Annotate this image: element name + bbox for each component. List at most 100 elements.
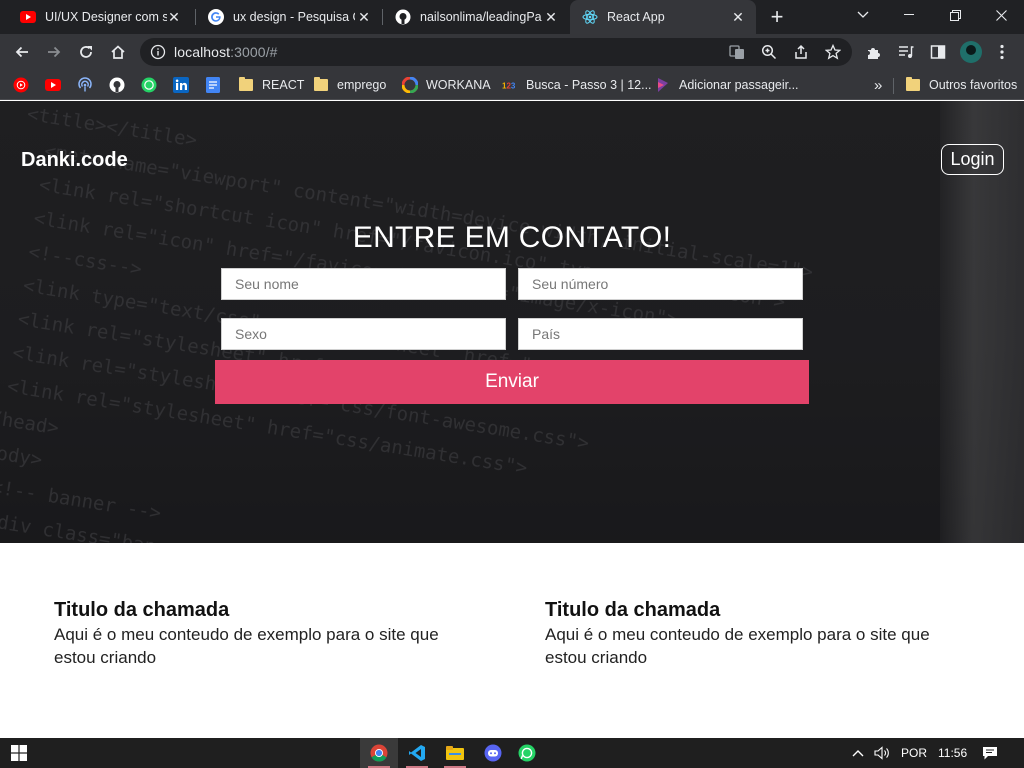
bookmark-youtube[interactable] <box>45 76 69 94</box>
profile-avatar-icon[interactable] <box>960 41 982 63</box>
brand-logo[interactable]: Danki.code <box>21 149 128 172</box>
123milhas-icon: 123 <box>502 77 518 93</box>
translate-icon[interactable] <box>728 43 746 61</box>
feature-title: Titulo da chamada <box>545 599 721 621</box>
minimize-icon[interactable] <box>886 0 932 30</box>
google-icon <box>208 9 224 25</box>
bookmark-linkedin[interactable] <box>173 76 197 94</box>
input-language[interactable]: POR <box>901 738 927 768</box>
discord-icon[interactable] <box>474 738 512 768</box>
tab-title: React App <box>607 10 665 24</box>
bookmark-other-favorites[interactable]: Outros favoritos <box>905 76 1017 94</box>
file-explorer-icon[interactable] <box>436 738 474 768</box>
chrome-icon[interactable] <box>360 738 398 768</box>
address-bar[interactable]: localhost:3000/# <box>140 38 852 66</box>
tray-chevron-up-icon[interactable] <box>852 738 864 768</box>
whatsapp-icon <box>141 77 157 93</box>
login-button[interactable]: Login <box>941 144 1004 175</box>
bookmark-whatsapp[interactable] <box>141 76 165 94</box>
name-input[interactable] <box>221 268 506 300</box>
forward-arrow-icon[interactable] <box>40 38 68 66</box>
media-queue-icon[interactable] <box>896 42 916 62</box>
bookmark-label: WORKANA <box>426 78 491 92</box>
site-info-icon[interactable] <box>150 44 166 60</box>
bookmark-google-docs[interactable] <box>205 76 229 94</box>
hero-section: <title></title> <meta name="viewport" co… <box>0 101 1024 543</box>
bookmarks-divider <box>893 78 894 94</box>
vscode-icon[interactable] <box>398 738 436 768</box>
new-tab-button[interactable]: + <box>764 4 790 30</box>
react-icon <box>582 9 598 25</box>
bookmark-label: Busca - Passo 3 | 12... <box>526 78 652 92</box>
notifications-icon[interactable] <box>982 738 998 768</box>
tab-react-app[interactable]: React App ✕ <box>570 0 756 34</box>
share-icon[interactable] <box>792 43 810 61</box>
folder-icon <box>238 77 254 93</box>
url-host: localhost <box>174 44 231 60</box>
folder-icon <box>313 77 329 93</box>
tab-github[interactable]: nailsonlima/leadingPage ✕ <box>383 0 569 34</box>
browser-toolbar: localhost:3000/# <box>0 34 1024 70</box>
restore-icon[interactable] <box>932 0 978 30</box>
podcast-icon <box>77 77 93 93</box>
url-text: localhost:3000/# <box>174 44 278 60</box>
windows-start-icon[interactable] <box>0 738 38 768</box>
workana-icon <box>402 77 418 93</box>
clock-time[interactable]: 11:56 <box>938 738 967 768</box>
google-docs-icon <box>205 77 221 93</box>
contact-title: ENTRE EM CONTATO! <box>352 221 672 254</box>
more-menu-icon[interactable] <box>992 42 1012 62</box>
bookmarks-overflow-chevron-icon[interactable]: » <box>874 76 882 94</box>
bookmark-folder-react[interactable]: REACT <box>238 76 304 94</box>
feature-text: Aqui é o meu conteudo de exemplo para o … <box>54 625 439 667</box>
bookmark-airline[interactable]: Adicionar passageir... <box>655 76 799 94</box>
tab-close-icon[interactable]: ✕ <box>730 9 746 25</box>
url-path: :3000/# <box>230 44 278 60</box>
gender-input[interactable] <box>221 318 506 350</box>
tab-close-icon[interactable]: ✕ <box>356 9 372 25</box>
bookmark-123milhas[interactable]: 123 Busca - Passo 3 | 12... <box>502 76 652 94</box>
phone-input[interactable] <box>518 268 803 300</box>
whatsapp-icon[interactable] <box>508 738 546 768</box>
tab-search-chevron-icon[interactable] <box>840 0 886 30</box>
tab-close-icon[interactable]: ✕ <box>166 9 182 25</box>
side-panel-icon[interactable] <box>928 42 948 62</box>
bookmark-podcast[interactable] <box>77 76 101 94</box>
bookmarks-bar: REACT emprego WORKANA 123 Busca - Passo … <box>0 70 1024 100</box>
bookmark-label: Adicionar passageir... <box>679 78 799 92</box>
close-window-icon[interactable] <box>978 0 1024 30</box>
tab-title: UI/UX Designer com salário <box>45 10 167 24</box>
svg-text:123: 123 <box>502 82 516 91</box>
bookmark-youtube-music[interactable] <box>13 76 37 94</box>
hero-overlay <box>0 101 1024 543</box>
country-input[interactable] <box>518 318 803 350</box>
youtube-music-icon <box>13 77 29 93</box>
home-icon[interactable] <box>104 38 132 66</box>
github-icon <box>109 77 125 93</box>
back-arrow-icon[interactable] <box>8 38 36 66</box>
bookmark-label: emprego <box>337 78 387 92</box>
bookmark-label: REACT <box>262 78 305 92</box>
feature-title: Titulo da chamada <box>54 599 230 621</box>
zoom-icon[interactable] <box>760 43 778 61</box>
bookmark-workana[interactable]: WORKANA <box>402 76 491 94</box>
youtube-icon <box>20 9 36 25</box>
youtube-icon <box>45 77 61 93</box>
linkedin-icon <box>173 77 189 93</box>
bookmark-star-icon[interactable] <box>824 43 842 61</box>
reload-icon[interactable] <box>72 38 100 66</box>
extensions-puzzle-icon[interactable] <box>864 42 884 62</box>
tab-google-search[interactable]: ux design - Pesquisa Google ✕ <box>196 0 382 34</box>
bookmark-label: Outros favoritos <box>929 78 1018 92</box>
feature-block: Titulo da chamada Aqui é o meu conteudo … <box>54 598 474 669</box>
bookmark-github[interactable] <box>109 76 133 94</box>
tab-close-icon[interactable]: ✕ <box>543 9 559 25</box>
tab-youtube[interactable]: UI/UX Designer com salário ✕ <box>8 0 192 34</box>
tab-title: ux design - Pesquisa Google <box>233 10 355 24</box>
folder-icon <box>905 77 921 93</box>
feature-text: Aqui é o meu conteudo de exemplo para o … <box>545 625 930 667</box>
volume-icon[interactable] <box>874 738 892 768</box>
bookmark-folder-emprego[interactable]: emprego <box>313 76 386 94</box>
submit-button[interactable]: Enviar <box>215 360 809 404</box>
tab-title: nailsonlima/leadingPage <box>420 10 542 24</box>
